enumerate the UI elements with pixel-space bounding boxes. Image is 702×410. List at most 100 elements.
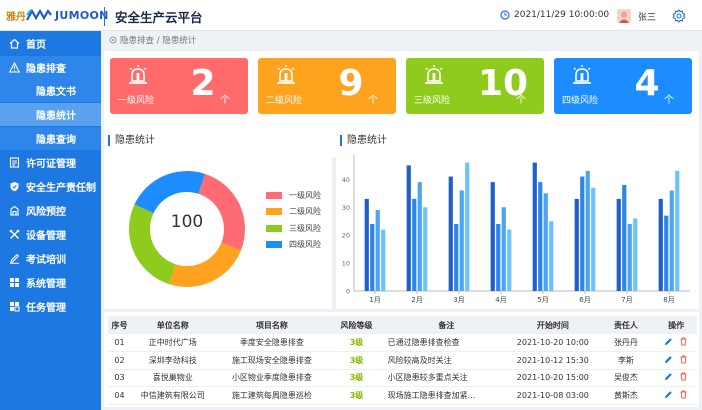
col-note: 备注 xyxy=(383,316,509,334)
breadcrumb: 隐患排查 / 隐患统计 xyxy=(109,34,196,46)
alarm-icon xyxy=(129,65,147,84)
delete-icon[interactable] xyxy=(679,355,688,364)
logo-text: JUMOON xyxy=(55,8,109,22)
delete-icon[interactable] xyxy=(679,337,688,346)
main-content: 隐患排查 / 隐患统计 一级风险 2 个 二级风险 9 个 三级风险 10 个 … xyxy=(101,31,702,410)
alarm-icon xyxy=(277,65,295,84)
table-cell: 3级 xyxy=(329,351,384,370)
bar xyxy=(616,198,621,291)
building-icon xyxy=(10,205,19,216)
gear-icon[interactable] xyxy=(672,9,686,23)
sidebar-item-responsibility[interactable]: 安全生产责任制 xyxy=(0,175,101,198)
table-cell: 季度安全隐患排查 xyxy=(214,334,330,352)
col-owner: 责任人 xyxy=(596,316,656,334)
user-menu[interactable]: 张三 xyxy=(617,9,656,23)
task-icon xyxy=(10,302,20,312)
edit-icon[interactable] xyxy=(664,355,673,364)
y-tick-label: 30 xyxy=(342,204,350,212)
sidebar-item-hazard-docs[interactable]: 隐患文书 xyxy=(0,79,101,102)
bar xyxy=(669,190,674,291)
hazard-table: 序号 单位名称 项目名称 风险等级 备注 开始时间 责任人 操作 01 正中时代广… xyxy=(108,316,697,405)
home-icon xyxy=(9,38,20,49)
legend-swatch xyxy=(266,191,282,199)
edit-icon[interactable] xyxy=(664,390,673,399)
x-tick-label: 1月 xyxy=(369,296,380,304)
kpi-level-2: 二级风险 9 个 xyxy=(258,58,396,114)
kpi-level-4: 四级风险 4 个 xyxy=(554,58,692,114)
datetime-display: 2021/11/29 10:00:00 xyxy=(500,10,609,20)
edit-icon[interactable] xyxy=(664,337,673,346)
y-tick-label: 10 xyxy=(342,260,350,268)
shield-icon xyxy=(10,182,19,192)
sidebar-item-hazard-query[interactable]: 隐患查询 xyxy=(0,127,101,150)
table-cell: 正中时代广场 xyxy=(130,334,215,352)
bar xyxy=(549,221,554,291)
table-cell: 3级 xyxy=(329,369,384,387)
table-cell: 黄斯杰 xyxy=(596,386,656,405)
delete-icon[interactable] xyxy=(679,372,688,381)
col-level: 风险等级 xyxy=(329,316,384,334)
donut-panel: 隐患统计 100 一级风险 二级风险 三级风险 四级风险 xyxy=(104,129,332,309)
donut-center-value: 100 xyxy=(170,212,204,232)
legend-label: 四级风险 xyxy=(289,240,321,250)
table-cell: 风险较高及时关注 xyxy=(383,351,509,370)
legend-swatch xyxy=(266,241,282,249)
table-row: 04 中信建筑有限公司 施工建筑每周隐患巡检 3级 现场施工隐患排查加紧... 2021-… xyxy=(108,386,697,405)
sidebar-item-risk-control[interactable]: 风险预控 xyxy=(0,199,101,222)
sidebar-item-equipment[interactable]: 设备管理 xyxy=(0,223,101,246)
warning-icon xyxy=(9,62,20,73)
bar xyxy=(375,210,380,291)
col-unit: 单位名称 xyxy=(130,316,215,334)
legend-item: 一级风险 xyxy=(266,187,321,204)
legend-item: 二级风险 xyxy=(266,204,321,221)
bar xyxy=(381,229,386,291)
table-header-row: 序号 单位名称 项目名称 风险等级 备注 开始时间 责任人 操作 xyxy=(108,316,697,334)
grid-icon xyxy=(10,278,19,287)
table-cell: 小区物业季度隐患排查 xyxy=(214,369,330,387)
table-cell: 张丹丹 xyxy=(596,334,656,352)
bar xyxy=(496,224,501,291)
datetime-text: 2021/11/29 10:00:00 xyxy=(514,10,610,20)
sidebar-item-task[interactable]: 任务管理 xyxy=(0,295,101,318)
sidebar-item-hazard-check[interactable]: 隐患排查 xyxy=(0,56,101,79)
bar xyxy=(627,224,632,291)
table-cell: 2021-10-12 15:30 xyxy=(508,351,597,370)
legend-label: 三级风险 xyxy=(289,223,321,233)
bar xyxy=(585,170,590,291)
bar xyxy=(507,229,512,291)
edit-icon[interactable] xyxy=(664,372,673,381)
sidebar-item-hazard-stats[interactable]: 隐患统计 xyxy=(0,103,101,126)
bar xyxy=(591,187,596,291)
bar-chart: 0 10 20 30 40 1月 2月 3月 4月 5月 6月 7月 8月 xyxy=(342,155,690,304)
legend-item: 三级风险 xyxy=(266,220,321,237)
sidebar-item-exam[interactable]: 考试培训 xyxy=(0,247,101,270)
x-tick-label: 8月 xyxy=(663,296,674,304)
table-cell: 3级 xyxy=(329,386,384,405)
col-index: 序号 xyxy=(108,316,131,334)
bar xyxy=(622,184,627,291)
logo-wave-icon xyxy=(26,9,52,21)
bar xyxy=(465,162,470,291)
x-tick-label: 3月 xyxy=(453,296,464,304)
bar xyxy=(633,218,638,291)
hazard-table-panel: 序号 单位名称 项目名称 风险等级 备注 开始时间 责任人 操作 01 正中时代广… xyxy=(104,312,699,407)
table-row: 01 正中时代广场 季度安全隐患排查 3级 已通过隐患排查检查 2021-10-20 10… xyxy=(108,334,697,352)
sidebar: 首页 隐患排查 隐患文书 隐患统计 隐患查询 许可证管理 安全生产责任制 风险预… xyxy=(0,31,101,410)
table-cell-actions xyxy=(655,386,697,405)
bar xyxy=(448,176,453,291)
x-tick-label: 7月 xyxy=(621,296,632,304)
license-icon xyxy=(9,157,20,168)
col-actions: 操作 xyxy=(655,316,697,334)
bar xyxy=(490,182,495,291)
sidebar-item-license[interactable]: 许可证管理 xyxy=(0,151,101,174)
table-cell: 现场施工隐患排查加紧... xyxy=(383,386,509,405)
bar xyxy=(538,182,543,291)
x-tick-label: 6月 xyxy=(579,296,590,304)
x-tick-label: 5月 xyxy=(537,296,548,304)
sidebar-item-system[interactable]: 系统管理 xyxy=(0,271,101,294)
table-cell-actions xyxy=(655,334,697,352)
sidebar-item-home[interactable]: 首页 xyxy=(0,32,101,55)
delete-icon[interactable] xyxy=(679,390,688,399)
bar xyxy=(532,162,537,291)
legend-label: 一级风险 xyxy=(289,190,321,200)
